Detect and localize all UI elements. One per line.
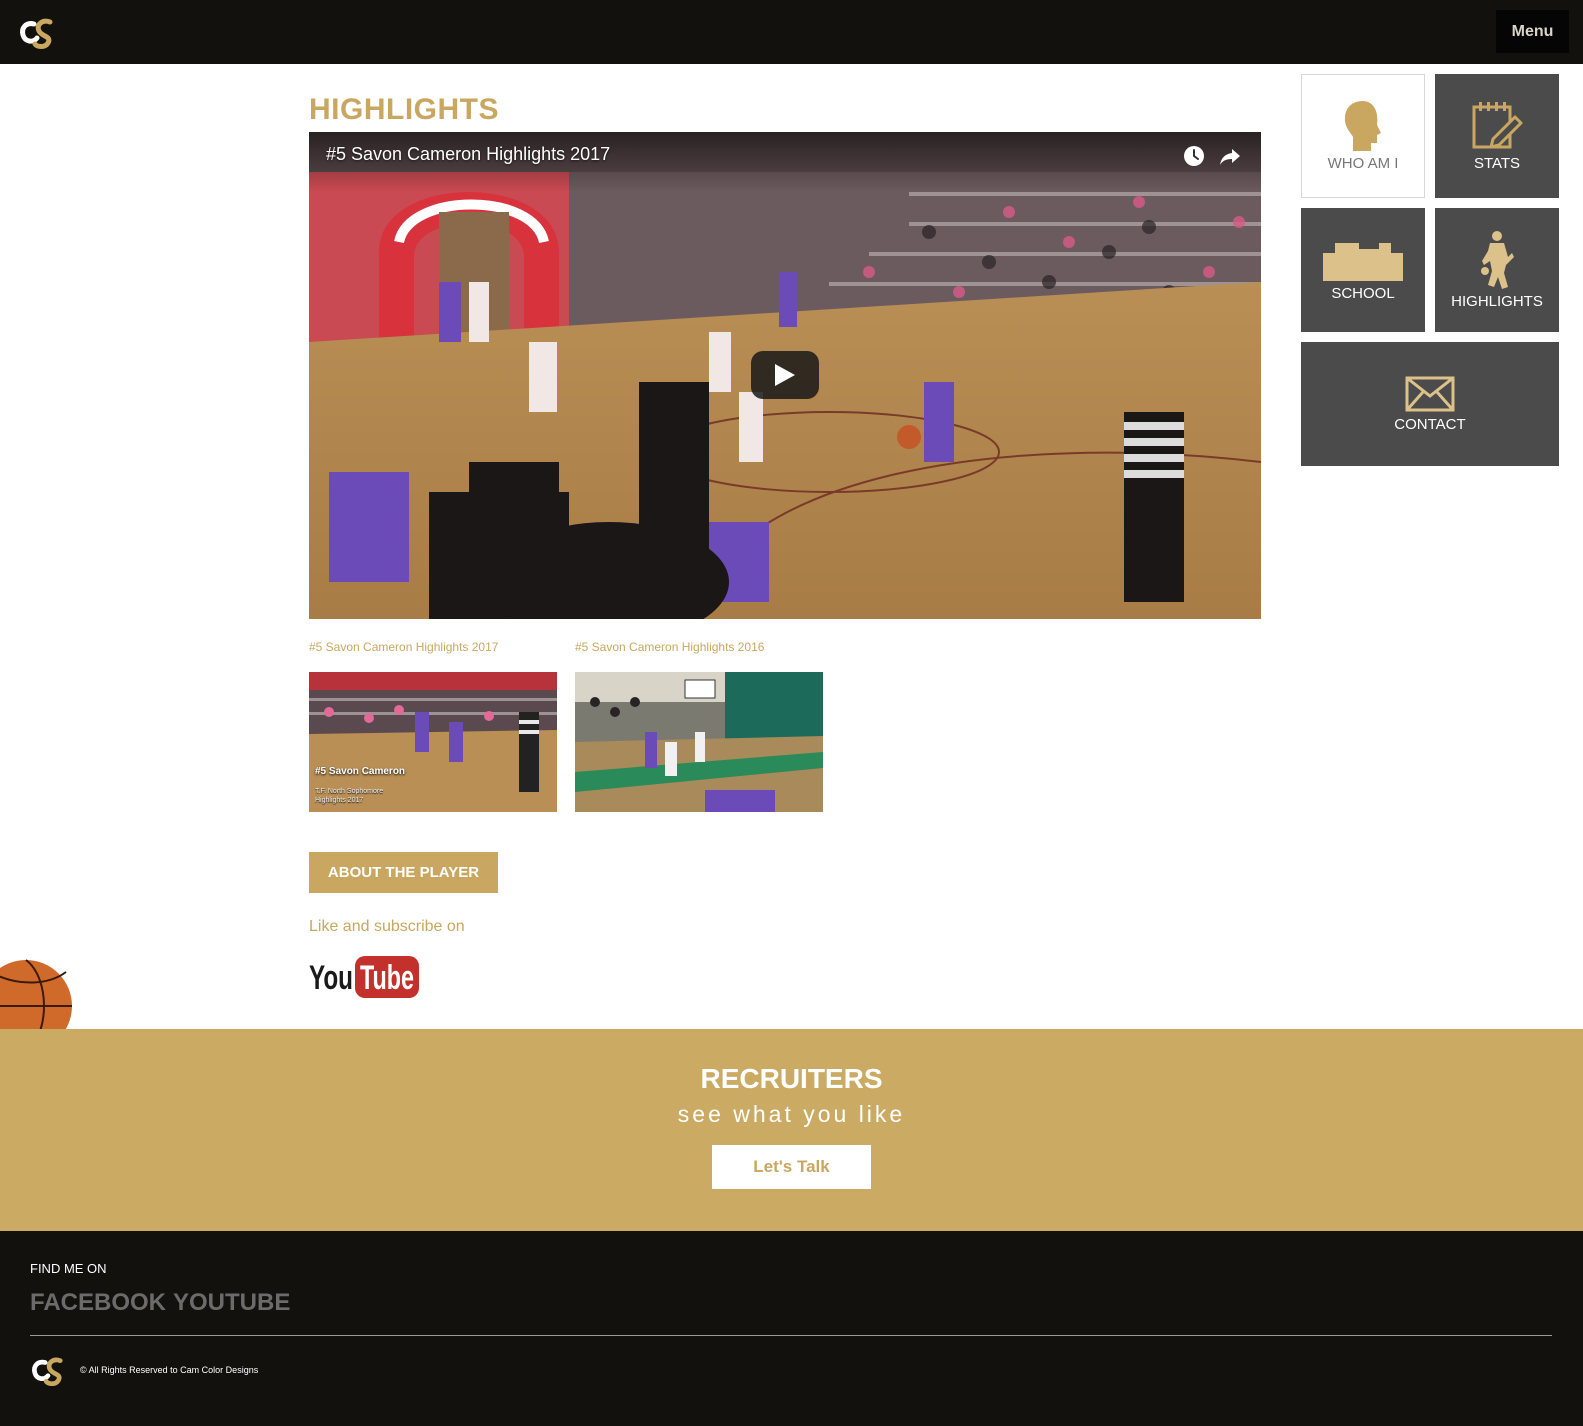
notepad-pencil-icon xyxy=(1472,101,1523,148)
menu-button[interactable]: Menu xyxy=(1496,10,1569,53)
tile-label: STATS xyxy=(1473,154,1521,172)
lets-talk-button[interactable]: Let's Talk xyxy=(712,1145,871,1189)
basketball-player-icon xyxy=(1481,230,1514,289)
recruiters-subtitle: see what you like xyxy=(677,1101,906,1127)
play-icon xyxy=(775,364,795,386)
basketball-decoration xyxy=(0,958,72,1029)
envelope-icon xyxy=(1405,376,1455,411)
top-navigation-bar: Menu xyxy=(0,0,1583,64)
about-the-player-button[interactable]: ABOUT THE PLAYER xyxy=(309,852,498,893)
youtube-logo-icon[interactable]: You Tube xyxy=(309,953,421,1000)
tile-stats[interactable]: STATS xyxy=(1435,74,1559,198)
youtube-link[interactable]: YOUTUBE xyxy=(173,1289,290,1317)
playlist-caption-2016[interactable]: #5 Savon Cameron Highlights 2016 xyxy=(575,640,764,654)
facebook-link[interactable]: FACEBOOK xyxy=(30,1289,166,1317)
page-title: HIGHLIGHTS xyxy=(309,93,499,126)
thumbnail-overlay-title: #5 Savon Cameron xyxy=(315,766,406,777)
cc-logo-icon xyxy=(32,1357,63,1387)
thumbnail-overlay-subtitle: T.F. North Sophomore Highlights 2017 xyxy=(315,788,384,804)
head-icon xyxy=(1344,100,1381,151)
playlist-caption-2017[interactable]: #5 Savon Cameron Highlights 2017 xyxy=(309,640,498,654)
cc-logo-icon[interactable] xyxy=(18,16,56,50)
playlist-thumbnail-2017[interactable]: #5 Savon Cameron T.F. North Sophomore Hi… xyxy=(309,672,557,812)
tile-label: CONTACT xyxy=(1394,415,1466,433)
tile-who-am-i[interactable]: WHO AM I xyxy=(1301,74,1425,198)
tile-label: WHO AM I xyxy=(1327,154,1399,172)
footer-divider xyxy=(30,1335,1552,1336)
tile-label: SCHOOL xyxy=(1331,284,1395,302)
recruiters-section: RECRUITERS see what you like Let's Talk xyxy=(0,1029,1583,1231)
recruiters-title: RECRUITERS xyxy=(700,1063,883,1094)
playlist-thumbnail-2016[interactable] xyxy=(575,672,823,812)
clock-icon[interactable] xyxy=(1182,144,1206,168)
find-me-on-label: FIND ME ON xyxy=(30,1261,107,1276)
tile-contact[interactable]: CONTACT xyxy=(1301,342,1559,466)
video-player[interactable]: #5 Savon Cameron Highlights 2017 xyxy=(309,132,1261,619)
basketball-icon xyxy=(0,959,72,1029)
thumbnail-image xyxy=(575,672,823,812)
tile-label: HIGHLIGHTS xyxy=(1451,292,1543,310)
subscribe-text: Like and subscribe on xyxy=(309,918,465,935)
youtube-logo-you: You xyxy=(309,959,353,997)
footer: FIND ME ON FACEBOOK YOUTUBE © All Rights… xyxy=(0,1231,1583,1426)
video-title[interactable]: #5 Savon Cameron Highlights 2017 xyxy=(326,144,610,165)
share-icon[interactable] xyxy=(1218,144,1242,168)
copyright-text: © All Rights Reserved to Cam Color Desig… xyxy=(80,1365,259,1375)
tile-highlights[interactable]: HIGHLIGHTS xyxy=(1435,208,1559,332)
play-button[interactable] xyxy=(751,351,819,399)
building-icon xyxy=(1323,242,1403,281)
tile-school[interactable]: SCHOOL xyxy=(1301,208,1425,332)
youtube-logo-tube: Tube xyxy=(360,959,414,997)
